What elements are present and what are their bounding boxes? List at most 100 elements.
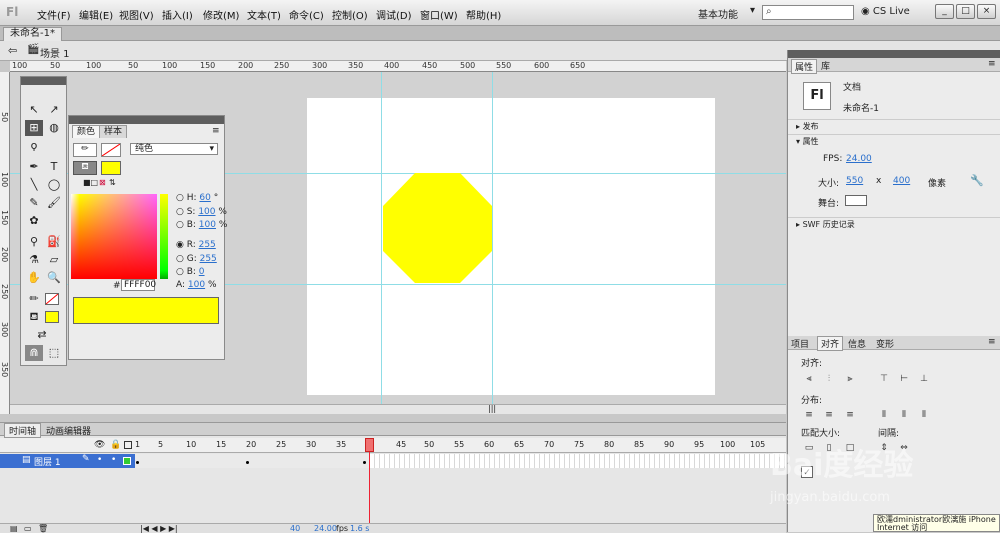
pen-tool-icon[interactable]: ✒ bbox=[25, 159, 43, 175]
panel-title-strip[interactable] bbox=[788, 50, 1000, 58]
align-left-icon[interactable]: ⫷ bbox=[803, 373, 815, 385]
radio-icon[interactable]: ○ bbox=[176, 207, 184, 217]
free-transform-tool-icon[interactable]: ⊞ bbox=[25, 120, 43, 136]
menu-commands[interactable]: 命令(C) bbox=[289, 7, 324, 22]
fill-color-swatch[interactable] bbox=[101, 161, 121, 175]
swap-colors-icon[interactable]: ⇄ bbox=[33, 327, 51, 343]
workspace-switcher[interactable]: 基本功能 bbox=[698, 6, 738, 21]
blue-value[interactable]: 0 bbox=[199, 267, 205, 277]
section-properties[interactable]: ▾ 属性 bbox=[788, 134, 1000, 148]
alpha-value[interactable]: 100 bbox=[188, 280, 205, 290]
hand-tool-icon[interactable]: ✋ bbox=[25, 270, 43, 286]
bone-tool-icon[interactable]: ⚲ bbox=[25, 234, 43, 250]
stage-color-swatch[interactable] bbox=[845, 195, 867, 206]
yellow-octagon-shape[interactable] bbox=[382, 173, 494, 285]
menu-edit[interactable]: 编辑(E) bbox=[79, 7, 113, 22]
minimize-button[interactable]: _ bbox=[935, 4, 954, 19]
section-swf-history[interactable]: ▸ SWF 历史记录 bbox=[788, 217, 1000, 231]
fill-color-swatch[interactable] bbox=[45, 311, 59, 323]
keyframe-dot[interactable] bbox=[246, 461, 249, 464]
color-type-select[interactable]: 纯色 ▾ bbox=[130, 143, 218, 155]
brush-tool-icon[interactable]: 🖌 bbox=[45, 195, 63, 211]
scene-label[interactable]: 场景 1 bbox=[40, 45, 70, 60]
hex-input[interactable]: FFFF00 bbox=[121, 279, 156, 291]
fill-bucket-icon[interactable]: ⛾ bbox=[73, 161, 97, 175]
text-tool-icon[interactable]: T bbox=[45, 159, 63, 175]
cs-live-button[interactable]: ◉ CS Live bbox=[861, 6, 910, 17]
eraser-tool-icon[interactable]: ▱ bbox=[45, 252, 63, 268]
menu-insert[interactable]: 插入(I) bbox=[162, 7, 193, 22]
chevron-down-icon[interactable]: ▾ bbox=[750, 5, 755, 16]
radio-icon[interactable]: ○ bbox=[176, 254, 184, 264]
playhead-handle[interactable] bbox=[365, 438, 374, 452]
hue-slider[interactable] bbox=[160, 194, 168, 279]
menu-view[interactable]: 视图(V) bbox=[119, 7, 154, 22]
tab-timeline[interactable]: 时间轴 bbox=[4, 423, 42, 438]
stroke-none-swatch[interactable] bbox=[101, 143, 121, 157]
wrench-icon[interactable]: 🔧 bbox=[970, 174, 984, 187]
paint-bucket-tool-icon[interactable]: ⛽ bbox=[45, 234, 63, 250]
oval-tool-icon[interactable]: ◯ bbox=[45, 177, 63, 193]
stroke-color-icon[interactable]: ✏ bbox=[73, 143, 97, 157]
radio-selected-icon[interactable]: ◉ bbox=[176, 240, 184, 250]
menu-window[interactable]: 窗口(W) bbox=[420, 7, 458, 22]
b-value[interactable]: 100 bbox=[199, 220, 216, 230]
tab-swatches[interactable]: 样本 bbox=[99, 125, 128, 138]
menu-help[interactable]: 帮助(H) bbox=[466, 7, 501, 22]
distribute-right-icon[interactable]: ⦀ bbox=[918, 409, 930, 421]
eyedropper-tool-icon[interactable]: ⚗ bbox=[25, 252, 43, 268]
no-color-icon[interactable]: ⊠ bbox=[99, 178, 106, 187]
3d-rotation-tool-icon[interactable]: ◍ bbox=[45, 120, 63, 136]
align-bottom-icon[interactable]: ⊥ bbox=[918, 373, 930, 385]
h-value[interactable]: 60 bbox=[199, 193, 210, 203]
width-value[interactable]: 550 bbox=[846, 176, 863, 186]
distribute-vcenter-icon[interactable]: ≡ bbox=[823, 409, 835, 421]
selection-tool-icon[interactable]: ↖ bbox=[25, 102, 43, 118]
color-spectrum-picker[interactable] bbox=[71, 194, 157, 279]
panel-menu-icon[interactable]: ≡ bbox=[212, 126, 220, 136]
menu-modify[interactable]: 修改(M) bbox=[203, 7, 239, 22]
s-value[interactable]: 100 bbox=[198, 207, 215, 217]
radio-icon[interactable]: ○ bbox=[176, 220, 184, 230]
layer-outline-color[interactable] bbox=[123, 457, 131, 465]
stroke-color-swatch[interactable] bbox=[45, 293, 59, 305]
tab-properties[interactable]: 属性 bbox=[791, 59, 818, 74]
align-hcenter-icon[interactable]: ⫶ bbox=[823, 373, 835, 385]
horizontal-scrollbar[interactable]: ||| bbox=[10, 404, 786, 414]
swap-colors-icon[interactable]: ⇅ bbox=[109, 178, 116, 187]
tab-align[interactable]: 对齐 bbox=[817, 336, 844, 351]
keyframe-dot[interactable] bbox=[363, 461, 366, 464]
snap-to-objects-icon[interactable]: ⋒ bbox=[25, 345, 43, 361]
distribute-left-icon[interactable]: ⦀ bbox=[878, 409, 890, 421]
distribute-hcenter-icon[interactable]: ⦀ bbox=[898, 409, 910, 421]
back-arrow-icon[interactable]: ⇦ bbox=[8, 44, 17, 57]
keyframe-span[interactable] bbox=[135, 454, 369, 468]
align-right-icon[interactable]: ⫸ bbox=[844, 373, 856, 385]
scroll-thumb[interactable]: ||| bbox=[488, 404, 496, 413]
layer-row[interactable]: ▤ 图层 1 ✎ • • bbox=[0, 454, 135, 468]
tab-motion-editor[interactable]: 动画编辑器 bbox=[46, 424, 91, 437]
eye-icon[interactable]: 👁 bbox=[94, 440, 105, 450]
radio-icon[interactable]: ○ bbox=[176, 193, 184, 203]
document-tab[interactable]: 未命名-1* bbox=[3, 27, 62, 41]
zoom-tool-icon[interactable]: 🔍 bbox=[45, 270, 63, 286]
layer-name[interactable]: 图层 1 bbox=[34, 455, 61, 468]
tab-info[interactable]: 信息 bbox=[848, 337, 866, 350]
align-top-icon[interactable]: ⊤ bbox=[878, 373, 890, 385]
panel-menu-icon[interactable]: ≡ bbox=[988, 59, 996, 69]
close-button[interactable]: × bbox=[977, 4, 996, 19]
g-value[interactable]: 255 bbox=[200, 254, 217, 264]
lock-dot-icon[interactable]: • bbox=[111, 455, 116, 465]
smooth-icon[interactable]: ⬚ bbox=[45, 345, 63, 361]
octagon-fill[interactable] bbox=[383, 173, 492, 283]
align-vcenter-icon[interactable]: ⊢ bbox=[898, 373, 910, 385]
section-publish[interactable]: ▸ 发布 bbox=[788, 119, 1000, 133]
maximize-button[interactable]: □ bbox=[956, 4, 975, 19]
menu-control[interactable]: 控制(O) bbox=[332, 7, 368, 22]
outline-icon[interactable] bbox=[124, 441, 132, 449]
deco-tool-icon[interactable]: ✿ bbox=[25, 213, 43, 229]
lock-icon[interactable]: 🔒 bbox=[110, 440, 121, 450]
height-value[interactable]: 400 bbox=[893, 176, 910, 186]
fill-color-icon[interactable]: ⛾ bbox=[25, 309, 43, 325]
panel-title-strip[interactable] bbox=[69, 116, 224, 124]
